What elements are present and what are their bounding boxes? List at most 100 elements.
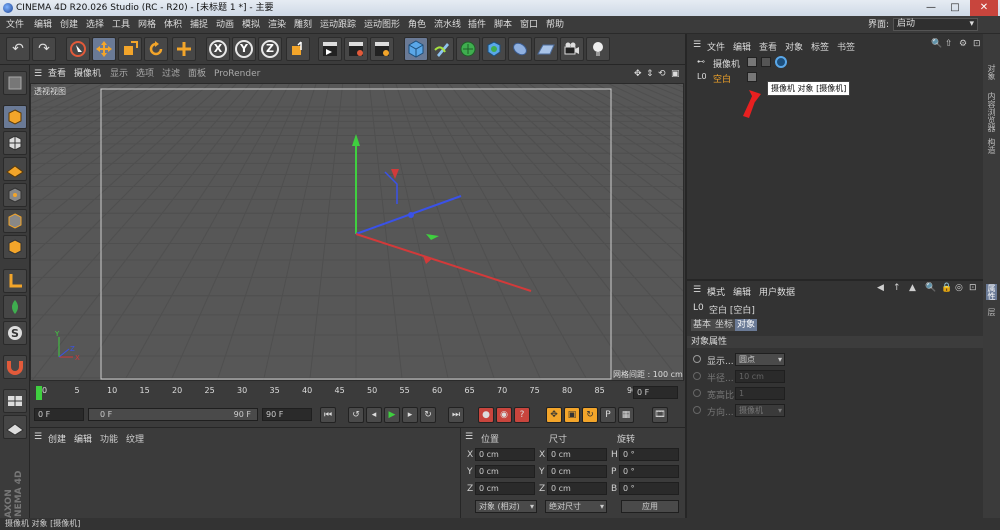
deformer-button[interactable] (508, 37, 532, 61)
menu-create[interactable]: 创建 (60, 16, 78, 34)
right-tab-attributes[interactable]: 属性 (986, 284, 997, 300)
record-button[interactable]: ● (478, 407, 494, 423)
object-menu-icon[interactable]: ☰ (693, 40, 701, 50)
vp-menu-panel[interactable]: 面板 (188, 65, 206, 83)
maximize-button[interactable]: □ (944, 0, 966, 16)
material-menu-icon[interactable]: ☰ (34, 432, 42, 442)
visibility-toggle-icon[interactable] (747, 57, 757, 67)
new-window-icon[interactable]: ⊡ (973, 39, 981, 49)
frame-range-slider[interactable]: 0 F 90 F (88, 408, 258, 421)
mat-menu-create[interactable]: 创建 (48, 432, 66, 445)
obj-menu-file[interactable]: 文件 (707, 40, 725, 53)
prop-orientation-select[interactable]: 摄像机 ▾ (735, 404, 785, 417)
next-key-button[interactable]: ↻ (420, 407, 436, 423)
magnet-button[interactable] (3, 355, 27, 379)
object-name-null[interactable]: 空白 (713, 72, 731, 85)
menu-edit[interactable]: 编辑 (34, 16, 52, 34)
zoom-icon[interactable]: ⇕ (646, 65, 654, 83)
vp-menu-display[interactable]: 显示 (110, 65, 128, 83)
timeline-ruler[interactable]: 051015202530354045505560657075808590 0 F (30, 383, 685, 403)
tab-coord[interactable]: 坐标 (713, 319, 735, 331)
key-rotation-button[interactable]: ↻ (582, 407, 598, 423)
obj-menu-objects[interactable]: 对象 (785, 40, 803, 53)
workplane-align-button[interactable] (3, 415, 27, 439)
model-mode-button[interactable] (3, 105, 27, 129)
search-icon[interactable]: 🔍 (931, 39, 942, 49)
obj-menu-edit[interactable]: 编辑 (733, 40, 751, 53)
end-frame-field[interactable]: 0 F (633, 386, 678, 399)
menu-mesh[interactable]: 网格 (138, 16, 156, 34)
right-tab-structure[interactable]: 构造 (986, 138, 997, 154)
tweak-mode-button[interactable] (3, 295, 27, 319)
pos-x-field[interactable]: 0 cm (475, 448, 535, 461)
scale-tool-button[interactable] (118, 37, 142, 61)
back-arrow-icon[interactable]: ◀ (877, 283, 884, 293)
right-tab-layers[interactable]: 层 (986, 308, 997, 316)
subdivision-button[interactable] (456, 37, 480, 61)
z-axis-button[interactable]: Z (258, 37, 282, 61)
rot-p-field[interactable]: 0 ° (619, 465, 679, 478)
menu-file[interactable]: 文件 (6, 16, 24, 34)
tab-basic[interactable]: 基本 (691, 319, 713, 331)
vp-menu-cameras[interactable]: 摄像机 (74, 65, 101, 83)
timeline-button[interactable]: 🎞 (652, 407, 668, 423)
viewport-menu-icon[interactable]: ☰ (34, 65, 42, 83)
tab-object[interactable]: 对象 (735, 319, 757, 331)
menu-select[interactable]: 选择 (86, 16, 104, 34)
up-icon[interactable]: ▲ (909, 283, 916, 293)
menu-render[interactable]: 渲染 (268, 16, 286, 34)
anim-dot-icon[interactable] (693, 355, 701, 363)
workplane-mode-button[interactable] (3, 157, 27, 181)
anim-dot-icon[interactable] (693, 372, 701, 380)
object-row-camera[interactable]: ⊷ 摄像机 (691, 56, 981, 70)
menu-volume[interactable]: 体积 (164, 16, 182, 34)
light-button[interactable] (586, 37, 610, 61)
point-mode-button[interactable] (3, 183, 27, 207)
vp-menu-prorender[interactable]: ProRender (214, 65, 260, 83)
prop-radius-field[interactable]: 10 cm (735, 370, 785, 383)
key-position-button[interactable]: ✥ (546, 407, 562, 423)
render-picture-viewer-button[interactable] (344, 37, 368, 61)
y-axis-button[interactable]: Y (232, 37, 256, 61)
menu-animate[interactable]: 动画 (216, 16, 234, 34)
menu-help[interactable]: 帮助 (546, 16, 564, 34)
obj-menu-bookmarks[interactable]: 书签 (837, 40, 855, 53)
menu-plugins[interactable]: 插件 (468, 16, 486, 34)
anim-dot-icon[interactable] (693, 389, 701, 397)
vp-menu-view[interactable]: 查看 (48, 65, 66, 83)
live-select-button[interactable] (66, 37, 90, 61)
object-name-camera[interactable]: 摄像机 (713, 57, 740, 70)
camera-tag-icon[interactable] (761, 57, 771, 67)
key-pla-button[interactable]: ▦ (618, 407, 634, 423)
recent-tool-button[interactable] (172, 37, 196, 61)
rotate-tool-button[interactable] (144, 37, 168, 61)
floor-button[interactable] (534, 37, 558, 61)
camera-button[interactable] (560, 37, 584, 61)
apply-button[interactable]: 应用 (621, 500, 679, 513)
mat-menu-texture[interactable]: 纹理 (126, 432, 144, 445)
menu-snap[interactable]: 捕捉 (190, 16, 208, 34)
prev-frame-button[interactable]: ◂ (366, 407, 382, 423)
rot-b-field[interactable]: 0 ° (619, 482, 679, 495)
up-arrow-icon[interactable]: ⇧ (945, 39, 953, 49)
right-tab-content-browser[interactable]: 内容浏览器 (986, 92, 997, 132)
lock-workplane-button[interactable] (3, 389, 27, 413)
menu-motion-tracking[interactable]: 运动跟踪 (320, 16, 356, 34)
texture-mode-button[interactable] (3, 131, 27, 155)
pos-z-field[interactable]: 0 cm (475, 482, 535, 495)
render-view-button[interactable] (318, 37, 342, 61)
polygon-mode-button[interactable] (3, 235, 27, 259)
menu-window[interactable]: 窗口 (520, 16, 538, 34)
attr-menu-mode[interactable]: 模式 (707, 285, 725, 298)
rot-h-field[interactable]: 0 ° (619, 448, 679, 461)
x-axis-button[interactable]: X (206, 37, 230, 61)
size-x-field[interactable]: 0 cm (547, 448, 607, 461)
layout-select[interactable]: 启动 ▾ (893, 18, 978, 31)
anim-dot-icon[interactable] (693, 406, 701, 414)
minimize-button[interactable]: — (920, 0, 942, 16)
coord-mode-select[interactable]: 对象 (相对) ▾ (475, 500, 537, 513)
close-button[interactable]: ✕ (970, 0, 998, 16)
mat-menu-function[interactable]: 功能 (100, 432, 118, 445)
visibility-toggle-icon[interactable] (747, 72, 757, 82)
key-scale-button[interactable]: ▣ (564, 407, 580, 423)
